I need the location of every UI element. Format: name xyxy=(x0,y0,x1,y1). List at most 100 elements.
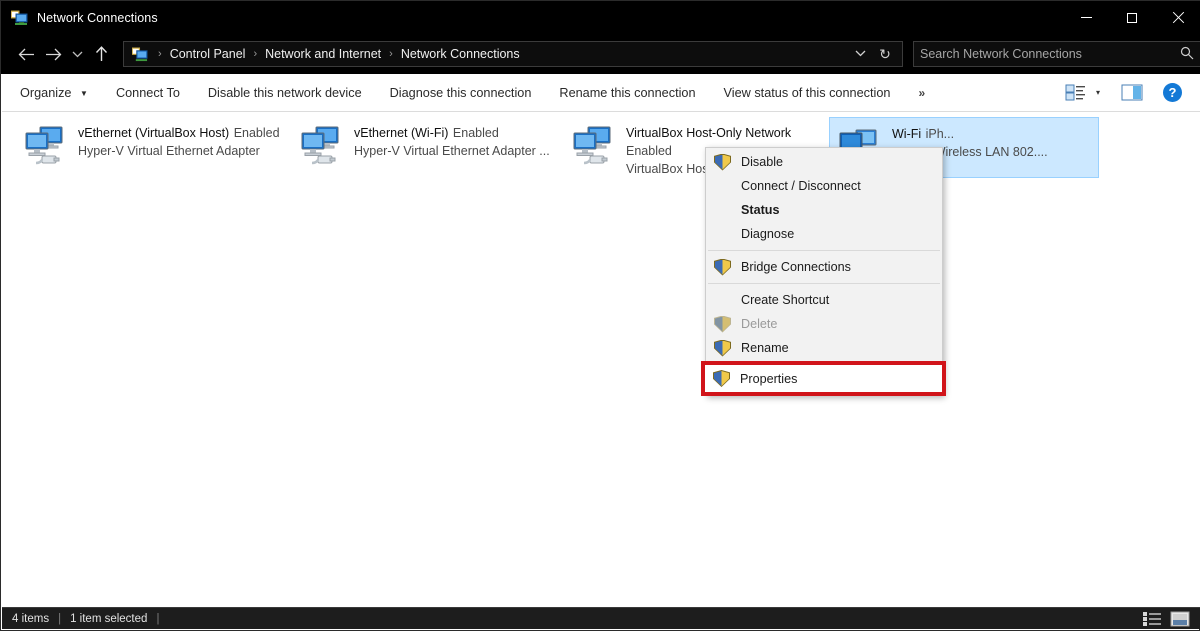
search-icon[interactable] xyxy=(1180,46,1194,63)
diagnose-connection-button[interactable]: Diagnose this connection xyxy=(380,81,542,105)
details-view-icon[interactable] xyxy=(1142,611,1162,627)
preview-pane-icon[interactable] xyxy=(1121,84,1143,101)
command-overflow-button[interactable]: » xyxy=(908,81,934,105)
menu-item-label: Diagnose xyxy=(741,227,795,241)
connection-adapter: Hyper-V Virtual Ethernet Adapter ... xyxy=(354,144,550,158)
forward-arrow-icon xyxy=(46,48,62,60)
breadcrumb-separator: › xyxy=(253,48,258,60)
back-button[interactable] xyxy=(13,39,40,69)
disable-network-device-button[interactable]: Disable this network device xyxy=(198,81,372,105)
large-icons-view-icon[interactable] xyxy=(1170,611,1190,627)
connection-status: Enabled xyxy=(626,144,672,158)
search-input[interactable] xyxy=(920,47,1177,61)
menu-item-label: Properties xyxy=(740,371,798,386)
list-item-text: vEthernet (VirtualBox Host) Enabled Hype… xyxy=(78,121,283,160)
breadcrumb-root-icon xyxy=(131,46,149,62)
help-button[interactable]: ? xyxy=(1163,83,1182,102)
menu-item-bridge-connections[interactable]: Bridge Connections xyxy=(706,255,942,279)
breadcrumb-separator: › xyxy=(158,48,162,60)
connection-status: Enabled xyxy=(233,126,280,140)
connection-name: vEthernet (VirtualBox Host) xyxy=(78,126,230,140)
menu-item-rename[interactable]: Rename xyxy=(706,336,942,360)
view-options-icon[interactable] xyxy=(1065,84,1087,102)
address-bar: › Control Panel › Network and Internet ›… xyxy=(1,34,1200,74)
context-menu: Disable Connect / Disconnect Status Diag… xyxy=(705,147,943,396)
menu-separator xyxy=(708,283,940,284)
minimize-icon xyxy=(1080,17,1092,18)
uac-shield-icon xyxy=(713,370,730,387)
window-controls xyxy=(1063,1,1200,34)
connection-status: Enabled xyxy=(452,126,499,140)
breadcrumb[interactable]: › Control Panel › Network and Internet ›… xyxy=(123,41,904,67)
network-connections-icon xyxy=(10,10,29,26)
menu-item-label: Delete xyxy=(741,317,778,331)
network-adapter-icon xyxy=(20,123,72,171)
status-bar-view-buttons xyxy=(1134,611,1200,627)
close-icon xyxy=(1172,12,1184,24)
up-button[interactable] xyxy=(88,39,115,69)
up-arrow-icon xyxy=(95,46,107,61)
breadcrumb-item-network-and-internet[interactable]: Network and Internet xyxy=(261,47,385,61)
connections-list: vEthernet (VirtualBox Host) Enabled Hype… xyxy=(2,112,1200,609)
chevron-down-icon: ▼ xyxy=(80,88,88,98)
breadcrumb-separator: › xyxy=(389,48,393,60)
back-arrow-icon xyxy=(18,48,35,60)
menu-item-label: Status xyxy=(741,203,780,217)
list-item-text: vEthernet (Wi-Fi) Enabled Hyper-V Virtua… xyxy=(354,121,559,160)
close-button[interactable] xyxy=(1155,1,1200,34)
window-title: Network Connections xyxy=(37,10,158,25)
menu-item-label: Bridge Connections xyxy=(741,260,851,274)
list-item[interactable]: vEthernet (Wi-Fi) Enabled Hyper-V Virtua… xyxy=(292,117,561,177)
organize-label: Organize xyxy=(20,85,72,100)
breadcrumb-item-control-panel[interactable]: Control Panel xyxy=(166,47,250,61)
view-status-button[interactable]: View status of this connection xyxy=(714,81,901,105)
menu-item-status[interactable]: Status xyxy=(706,198,942,222)
status-separator: | xyxy=(156,612,160,625)
menu-item-label: Create Shortcut xyxy=(741,293,830,307)
connection-name: vEthernet (Wi-Fi) xyxy=(354,126,449,140)
maximize-button[interactable] xyxy=(1109,1,1155,34)
connection-name: Wi-Fi xyxy=(892,127,922,141)
uac-shield-icon xyxy=(714,153,731,171)
connection-status: iPh... xyxy=(925,127,955,141)
uac-shield-icon xyxy=(714,315,731,333)
item-count: 4 items xyxy=(12,612,50,625)
chevron-down-icon xyxy=(855,50,865,57)
uac-shield-icon xyxy=(714,339,731,357)
connect-to-button[interactable]: Connect To xyxy=(106,81,190,105)
connection-name: VirtualBox Host-Only Network xyxy=(626,126,792,140)
status-bar: 4 items | 1 item selected | xyxy=(2,607,1200,629)
command-bar: Organize ▼ Connect To Disable this netwo… xyxy=(2,74,1200,112)
menu-item-connect-disconnect[interactable]: Connect / Disconnect xyxy=(706,174,942,198)
connection-adapter: Hyper-V Virtual Ethernet Adapter xyxy=(78,144,260,158)
rename-connection-button[interactable]: Rename this connection xyxy=(549,81,705,105)
menu-item-properties[interactable]: Properties xyxy=(705,365,942,392)
network-adapter-icon xyxy=(568,123,620,171)
organize-button[interactable]: Organize ▼ xyxy=(10,81,98,105)
refresh-button[interactable]: ↻ xyxy=(872,46,898,63)
menu-item-diagnose[interactable]: Diagnose xyxy=(706,222,942,246)
recent-locations-button[interactable] xyxy=(68,39,88,69)
network-connections-window: Network Connections › Control Panel › Ne… xyxy=(0,0,1200,631)
network-adapter-icon xyxy=(296,123,348,171)
breadcrumb-item-network-connections[interactable]: Network Connections xyxy=(397,47,524,61)
menu-item-label: Rename xyxy=(741,341,789,355)
view-options-caret-icon[interactable]: ▾ xyxy=(1089,88,1107,97)
title-bar: Network Connections xyxy=(1,1,1200,34)
menu-item-create-shortcut[interactable]: Create Shortcut xyxy=(706,288,942,312)
menu-separator xyxy=(708,250,940,251)
search-box[interactable] xyxy=(913,41,1200,67)
menu-item-delete: Delete xyxy=(706,312,942,336)
address-dropdown-button[interactable] xyxy=(848,48,872,60)
menu-item-disable[interactable]: Disable xyxy=(706,150,942,174)
status-separator: | xyxy=(58,612,62,625)
list-item[interactable]: vEthernet (VirtualBox Host) Enabled Hype… xyxy=(16,117,285,177)
maximize-icon xyxy=(1127,12,1137,23)
selection-count: 1 item selected xyxy=(70,612,148,625)
forward-button[interactable] xyxy=(40,39,67,69)
uac-shield-icon xyxy=(714,258,731,276)
command-bar-right: ▾ ? xyxy=(1065,83,1200,102)
minimize-button[interactable] xyxy=(1063,1,1109,34)
chevron-down-icon xyxy=(72,51,83,57)
menu-item-label: Connect / Disconnect xyxy=(741,179,861,193)
